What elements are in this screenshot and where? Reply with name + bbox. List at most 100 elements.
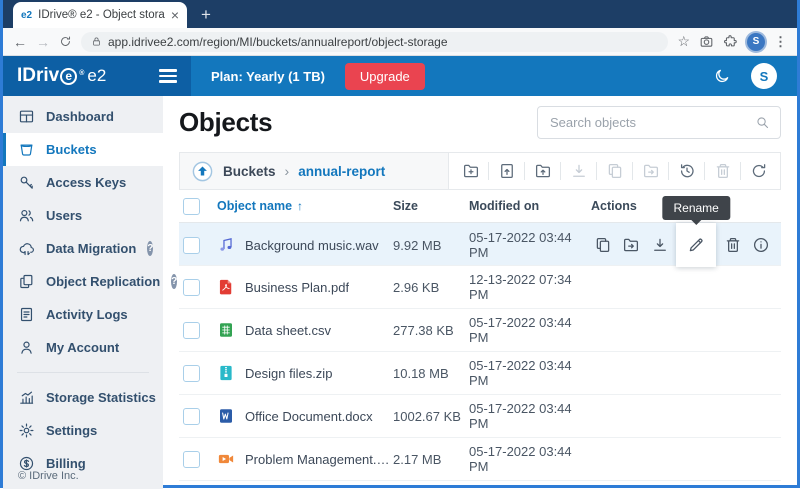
object-modified: 05-17-2022 03:44 PM <box>469 315 572 345</box>
breadcrumb-current-bucket[interactable]: annual-report <box>298 164 385 179</box>
help-icon[interactable]: ? <box>147 241 154 256</box>
sidebar-item-data-migration[interactable]: Data Migration? <box>3 232 163 265</box>
extensions-puzzle-icon[interactable] <box>723 34 738 49</box>
toolbar-separator <box>740 162 741 180</box>
browser-tab-strip: e2 IDrive® e2 - Object storage × + <box>3 0 797 28</box>
object-size: 2.96 KB <box>393 279 440 295</box>
object-row-office-document-docx[interactable]: Office Document.docx 1002.67 KB 05-17-2022… <box>179 395 781 438</box>
download-icon <box>651 236 669 254</box>
url-text: app.idrivee2.com/region/MI/buckets/annua… <box>108 34 448 49</box>
sidebar-item-access-keys[interactable]: Access Keys <box>3 166 163 199</box>
bookmark-star-icon[interactable]: ☆ <box>677 33 690 50</box>
toolbar-separator <box>632 162 633 180</box>
row-checkbox[interactable] <box>183 236 200 254</box>
forward-icon: → <box>36 33 50 50</box>
row-checkbox[interactable] <box>183 364 200 382</box>
new-tab-button[interactable]: + <box>201 6 211 23</box>
copyright-text: © IDrive Inc. <box>18 470 79 482</box>
object-row-background-music-wav[interactable]: Background music.wav 9.92 MB 05-17-2022 03… <box>179 196 781 267</box>
tab-title: IDrive® e2 - Object storage <box>38 9 165 21</box>
reload-icon[interactable] <box>59 35 72 48</box>
tab-close-icon[interactable]: × <box>171 8 179 22</box>
bucket-icon <box>18 141 35 158</box>
row-action-copy-button[interactable] <box>591 233 615 257</box>
search-box[interactable] <box>537 106 781 139</box>
breadcrumb-toolbar-bar: Buckets › annual-report <box>179 152 781 190</box>
object-modified: 05-17-2022 03:44 PM <box>469 230 572 260</box>
refresh-button[interactable] <box>746 159 771 184</box>
replication-icon <box>18 273 35 290</box>
row-action-delete-button[interactable] <box>721 233 745 257</box>
row-action-download-button[interactable] <box>648 233 672 257</box>
object-name: Background music.wav <box>245 237 379 253</box>
upload-file-button[interactable] <box>494 159 519 184</box>
column-modified-on: Modified on <box>469 199 540 213</box>
back-icon[interactable]: ← <box>13 35 27 49</box>
go-up-icon[interactable] <box>191 160 214 183</box>
rename-tooltip: Rename <box>662 196 730 220</box>
row-action-move-button[interactable] <box>619 233 643 257</box>
camera-extension-icon[interactable] <box>699 34 714 49</box>
sort-ascending-icon: ↑ <box>297 199 304 213</box>
create-folder-button[interactable] <box>458 159 483 184</box>
sidebar-item-object-replication[interactable]: Object Replication? <box>3 265 178 298</box>
settings-icon <box>18 422 35 439</box>
dark-mode-moon-icon[interactable] <box>713 67 731 85</box>
column-object-name[interactable]: Object name ↑ <box>217 199 393 213</box>
object-size: 277.38 KB <box>393 322 454 338</box>
row-checkbox[interactable] <box>183 407 200 425</box>
sidebar-item-activity-logs[interactable]: Activity Logs <box>3 298 163 331</box>
object-row-data-sheet-csv[interactable]: Data sheet.csv 277.38 KB 05-17-2022 03:44 … <box>179 309 781 352</box>
help-icon[interactable]: ? <box>171 274 178 289</box>
sidebar-item-my-account[interactable]: My Account <box>3 331 163 364</box>
sidebar-item-buckets[interactable]: Buckets <box>3 133 163 166</box>
sidebar-divider <box>17 372 149 373</box>
object-row-design-files-zip[interactable]: Design files.zip 10.18 MB 05-17-2022 03:44… <box>179 352 781 395</box>
object-row-business-plan-pdf[interactable]: Business Plan.pdf 2.96 KB 12-13-2022 07:34… <box>179 266 781 309</box>
object-modified: 05-17-2022 03:44 PM <box>469 401 572 431</box>
toolbar-separator <box>704 162 705 180</box>
search-input[interactable] <box>548 114 755 131</box>
history-icon <box>678 162 696 180</box>
browser-profile-avatar[interactable]: S <box>747 32 765 51</box>
toolbar-separator <box>560 162 561 180</box>
trash-icon <box>724 236 742 254</box>
search-icon[interactable] <box>755 115 770 130</box>
select-all-checkbox[interactable] <box>183 197 200 215</box>
row-checkbox[interactable] <box>183 321 200 339</box>
file-pdf-icon <box>217 278 235 296</box>
file-audio-icon <box>217 236 235 254</box>
refresh-icon <box>750 162 768 180</box>
main-content: Objects Buckets › annual-report Object n… <box>163 96 797 489</box>
row-checkbox[interactable] <box>183 450 200 468</box>
copy-button <box>602 159 627 184</box>
browser-menu-icon[interactable]: ⋮ <box>774 34 787 50</box>
favicon: e2 <box>21 9 33 21</box>
sidebar-item-storage-statistics[interactable]: Storage Statistics <box>3 381 163 414</box>
dashboard-icon <box>18 108 35 125</box>
breadcrumb-buckets[interactable]: Buckets <box>223 164 276 179</box>
browser-tab[interactable]: e2 IDrive® e2 - Object storage × <box>13 2 187 28</box>
row-action-rename-button[interactable]: Rename <box>662 196 730 267</box>
menu-hamburger-icon[interactable] <box>159 69 177 83</box>
idrive-e2-logo: IDriv e ® e2 <box>17 65 107 86</box>
folder-move-icon <box>622 236 640 254</box>
statistics-icon <box>18 389 35 406</box>
toolbar-separator <box>488 162 489 180</box>
upload-folder-button[interactable] <box>530 159 555 184</box>
upgrade-button[interactable]: Upgrade <box>344 62 425 90</box>
row-checkbox[interactable] <box>183 278 200 296</box>
object-size: 1002.67 KB <box>393 408 461 424</box>
address-bar[interactable]: app.idrivee2.com/region/MI/buckets/annua… <box>81 31 669 52</box>
breadcrumb-separator: › <box>284 163 290 179</box>
sidebar-item-users[interactable]: Users <box>3 199 163 232</box>
object-row-problem-management-avi[interactable]: Problem Management.avi 2.17 MB 05-17-2022 … <box>179 438 781 481</box>
sidebar-item-settings[interactable]: Settings <box>3 414 163 447</box>
versions-button[interactable] <box>674 159 699 184</box>
row-action-info-button[interactable] <box>749 233 773 257</box>
objects-table-body: Background music.wav 9.92 MB 05-17-2022 03… <box>179 196 781 481</box>
page-title: Objects <box>179 107 273 137</box>
breadcrumb: Buckets › annual-report <box>180 153 448 189</box>
sidebar-item-dashboard[interactable]: Dashboard <box>3 100 163 133</box>
user-avatar[interactable]: S <box>751 63 777 89</box>
